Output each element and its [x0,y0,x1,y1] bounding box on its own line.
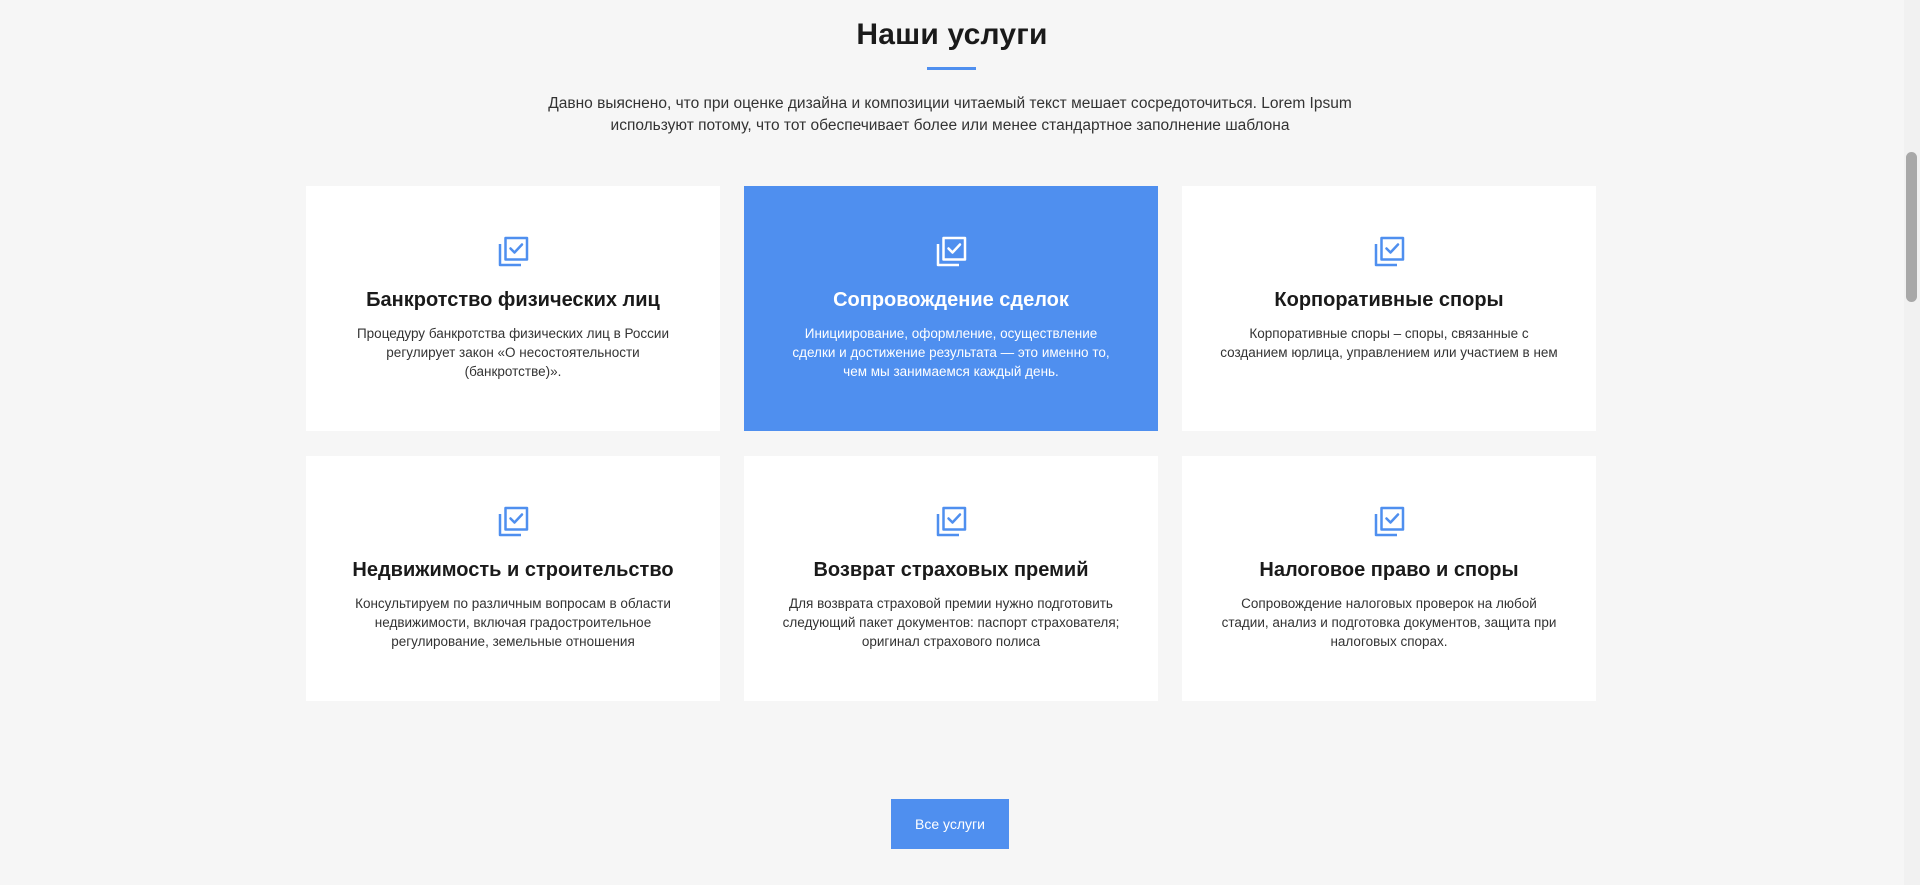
card-title: Возврат страховых премий [813,559,1089,581]
all-services-button[interactable]: Все услуги [891,799,1009,849]
scrollbar-thumb[interactable] [1906,152,1917,302]
card-title: Банкротство физических лиц [366,289,660,311]
scrollbar-track[interactable] [1904,0,1920,885]
checklist-icon [936,236,967,267]
intro-line-2: используют потому, что тот обеспечивает … [610,117,1290,134]
service-card-tax[interactable]: Налоговое право и споры Сопровождение на… [1182,456,1596,701]
service-card-real-estate[interactable]: Недвижимость и строительство Консультиру… [306,456,720,701]
card-text: Консультируем по различным вопросам в об… [355,596,671,649]
service-card-deals[interactable]: Сопровождение сделок Инициирование, офор… [744,186,1158,431]
intro-line-1: Давно выяснено, что при оценке дизайна и… [548,95,1352,112]
checklist-icon [936,506,967,537]
card-title: Корпоративные споры [1274,289,1504,311]
title-underline [927,67,976,70]
card-title: Налоговое право и споры [1259,559,1519,581]
card-text: Для возврата страховой премии нужно подг… [782,596,1120,649]
section-title: Наши услуги [856,18,1048,51]
card-title: Недвижимость и строительство [352,559,674,581]
section-intro: Давно выяснено, что при оценке дизайна и… [510,93,1390,137]
service-card-corporate[interactable]: Корпоративные споры Корпоративные споры … [1182,186,1596,431]
checklist-icon [1374,506,1405,537]
card-text: Корпоративные споры – споры, связанные с… [1220,326,1558,360]
checklist-icon [1374,236,1405,267]
card-text: Сопровождение налоговых проверок на любо… [1221,596,1557,649]
services-section: Наши услуги Давно выяснено, что при оцен… [0,0,1904,885]
checklist-icon [498,236,529,267]
service-card-insurance[interactable]: Возврат страховых премий Для возврата ст… [744,456,1158,701]
card-text: Инициирование, оформление, осуществление… [792,326,1110,379]
checklist-icon [498,506,529,537]
card-text: Процедуру банкротства физических лиц в Р… [356,326,670,379]
card-title: Сопровождение сделок [833,289,1069,311]
service-card-bankruptcy[interactable]: Банкротство физических лиц Процедуру бан… [306,186,720,431]
